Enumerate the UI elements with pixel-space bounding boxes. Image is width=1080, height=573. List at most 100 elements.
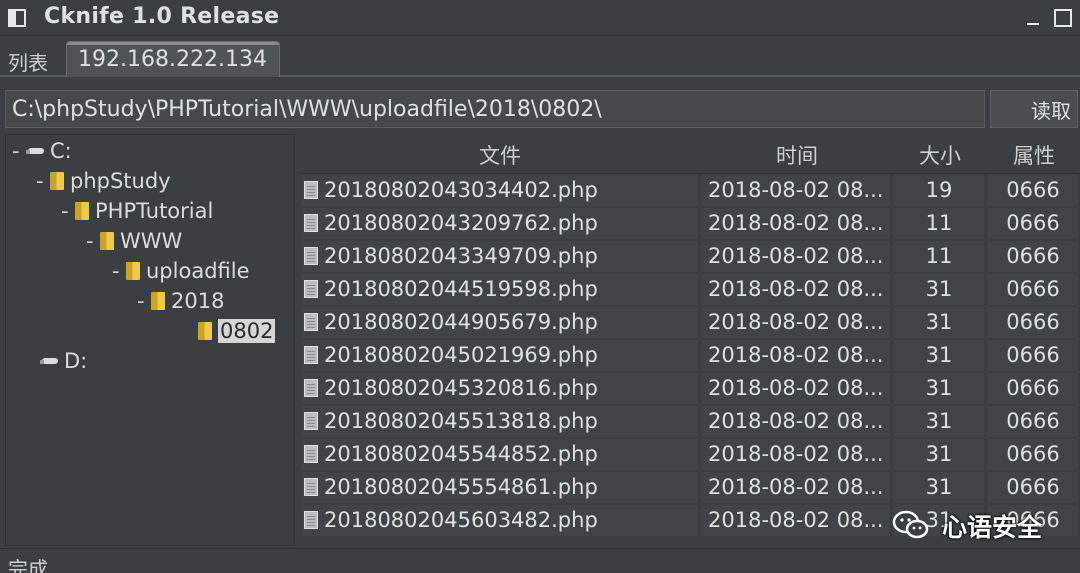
maximize-icon[interactable]	[1054, 9, 1072, 27]
table-row[interactable]: 20180802045320816.php 2018-08-02 08... 31 0…	[300, 372, 1080, 405]
tree-toggle[interactable]: -	[36, 169, 50, 193]
cell-size: 31	[894, 472, 986, 503]
cell-size: 31	[894, 307, 986, 338]
status-text: 完成	[8, 557, 48, 573]
table-row[interactable]: 20180802045513818.php 2018-08-02 08... 31 0…	[300, 405, 1080, 438]
file-icon	[304, 280, 318, 298]
file-name-text: 20180802045320816.php	[324, 376, 598, 400]
cell-time: 2018-08-02 08...	[702, 373, 892, 404]
cell-attr: 0666	[988, 340, 1080, 371]
file-name-text: 20180802045021969.php	[324, 343, 598, 367]
table-row[interactable]: 20180802044905679.php 2018-08-02 08... 31 0…	[300, 306, 1080, 339]
tree-node[interactable]: -2018	[137, 289, 224, 317]
file-icon	[304, 412, 318, 430]
cell-size: 31	[894, 373, 986, 404]
table-row[interactable]: 20180802044519598.php 2018-08-02 08... 31 0…	[300, 273, 1080, 306]
cell-file-name: 20180802044905679.php	[302, 307, 700, 338]
tree-node[interactable]: D:	[26, 349, 87, 377]
drive-icon	[26, 147, 46, 157]
cell-attr: 0666	[988, 472, 1080, 503]
tree-node[interactable]: - uploadfile	[112, 259, 250, 287]
cell-time: 2018-08-02 08...	[702, 175, 892, 206]
file-icon	[304, 313, 318, 331]
path-bar: 读取	[0, 80, 1080, 132]
cell-attr: 0666	[988, 406, 1080, 437]
file-icon	[304, 247, 318, 265]
cell-size: 31	[894, 439, 986, 470]
tree-node[interactable]: - PHPTutorial	[61, 199, 213, 227]
cell-file-name: 20180802044519598.php	[302, 274, 700, 305]
table-row[interactable]: 20180802045554861.php 2018-08-02 08... 31 0…	[300, 471, 1080, 504]
tree-toggle[interactable]: -	[61, 199, 75, 223]
cell-size: 11	[894, 208, 986, 239]
table-header: 文件 时间 大小 属性	[300, 134, 1080, 174]
column-header-time[interactable]: 时间	[702, 140, 892, 170]
cell-time: 2018-08-02 08...	[702, 340, 892, 371]
title-bar: Cknife 1.0 Release	[0, 0, 1080, 36]
tab-host-label: 192.168.222.134	[78, 47, 267, 72]
cell-time: 2018-08-02 08...	[702, 439, 892, 470]
file-icon	[304, 181, 318, 199]
path-input[interactable]	[5, 90, 985, 128]
cell-file-name: 20180802045603482.php	[302, 505, 700, 536]
cell-time: 2018-08-02 08...	[702, 472, 892, 503]
tree-node-label: PHPTutorial	[95, 199, 214, 223]
tree-toggle[interactable]: -	[12, 139, 26, 163]
file-table: 文件 时间 大小 属性 20180802043034402.php 2018-08…	[300, 134, 1080, 546]
cell-time: 2018-08-02 08...	[702, 208, 892, 239]
tab-list[interactable]: 列表	[8, 47, 48, 76]
table-row[interactable]: 20180802045021969.php 2018-08-02 08... 31 0…	[300, 339, 1080, 372]
cell-file-name: 20180802043349709.php	[302, 241, 700, 272]
file-icon	[304, 445, 318, 463]
cell-time: 2018-08-02 08...	[702, 307, 892, 338]
cell-size: 11	[894, 241, 986, 272]
file-icon	[304, 379, 318, 397]
tree-node[interactable]: 0802	[184, 319, 276, 347]
cell-attr: 0666	[988, 373, 1080, 404]
tree-node-label: phpStudy	[70, 169, 171, 193]
file-icon	[304, 214, 318, 232]
cell-file-name: 20180802045544852.php	[302, 439, 700, 470]
file-icon	[304, 478, 318, 496]
cell-file-name: 20180802045021969.php	[302, 340, 700, 371]
tree-toggle[interactable]: -	[86, 229, 100, 253]
tree-toggle[interactable]: -	[137, 289, 151, 313]
tree-toggle[interactable]: -	[112, 259, 126, 283]
table-row[interactable]: 20180802045544852.php 2018-08-02 08... 31 0…	[300, 438, 1080, 471]
tree-node-label: WWW	[120, 229, 183, 253]
file-name-text: 20180802045544852.php	[324, 442, 598, 466]
folder-icon	[75, 202, 89, 220]
folder-icon	[198, 322, 212, 340]
cell-time: 2018-08-02 08...	[702, 505, 892, 536]
tree-node[interactable]: - C:	[12, 139, 72, 167]
tree-node-label: D:	[64, 349, 88, 373]
tree-node-label: 0802	[218, 319, 276, 343]
column-header-attr[interactable]: 属性	[988, 140, 1080, 170]
directory-tree: - C: - phpStudy - PHPTutorial - WWW - uploadfile -…	[5, 134, 295, 546]
file-name-text: 20180802045554861.php	[324, 475, 598, 499]
cell-time: 2018-08-02 08...	[702, 241, 892, 272]
tree-node[interactable]: - WWW	[86, 229, 182, 257]
cell-attr: 0666	[988, 208, 1080, 239]
table-row[interactable]: 20180802043034402.php 2018-08-02 08... 19 0…	[300, 174, 1080, 207]
cell-file-name: 20180802043034402.php	[302, 175, 700, 206]
column-header-file[interactable]: 文件	[300, 140, 700, 170]
wechat-icon	[892, 510, 929, 539]
tree-node[interactable]: - phpStudy	[36, 169, 171, 197]
cell-time: 2018-08-02 08...	[702, 406, 892, 437]
folder-icon	[100, 232, 114, 250]
table-body: 20180802043034402.php 2018-08-02 08... 19 0…	[300, 174, 1080, 546]
cell-size: 31	[894, 340, 986, 371]
minimize-icon[interactable]	[1024, 8, 1044, 28]
table-row[interactable]: 20180802043209762.php 2018-08-02 08... 11 0…	[300, 207, 1080, 240]
tab-host[interactable]: 192.168.222.134	[66, 41, 280, 77]
table-row[interactable]: 20180802043349709.php 2018-08-02 08... 11 0…	[300, 240, 1080, 273]
read-button[interactable]: 读取	[990, 90, 1078, 128]
file-name-text: 20180802044519598.php	[324, 277, 598, 301]
folder-icon	[50, 172, 64, 190]
tab-strip: 列表 192.168.222.134	[0, 37, 1080, 77]
cell-attr: 0666	[988, 241, 1080, 272]
column-header-size[interactable]: 大小	[894, 140, 986, 170]
tree-node-label: C:	[50, 139, 72, 163]
file-icon	[304, 346, 318, 364]
